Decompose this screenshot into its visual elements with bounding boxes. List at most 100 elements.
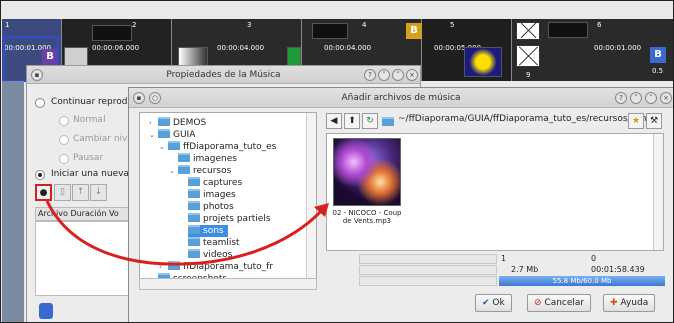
folder-tree-item[interactable]: ⌄ GUIA [149, 129, 199, 141]
back-icon[interactable]: ◀ [326, 113, 342, 129]
total-duration: 00:01:58.439 [591, 265, 645, 274]
close-icon[interactable]: × [406, 69, 418, 81]
folder-label: images [203, 190, 236, 200]
expand-toggle-icon[interactable]: ⌄ [149, 129, 155, 141]
move-down-button[interactable]: ↓ [90, 184, 107, 201]
folder-label: teamlist [203, 238, 240, 248]
app-logo-icon [39, 303, 53, 319]
radio-normal[interactable] [59, 116, 69, 126]
folder-icon [188, 177, 200, 186]
folder-tree-item[interactable]: › DEMOS [149, 117, 210, 129]
slot-time: 00:00:04.000 [324, 44, 372, 52]
expand-toggle-icon[interactable]: › [159, 261, 162, 273]
info-field [359, 254, 497, 264]
expand-toggle-icon[interactable]: › [149, 117, 152, 129]
slide-thumbnail [464, 47, 502, 77]
folder-label: sons [203, 226, 224, 236]
option-pause-label: Pausar [73, 153, 104, 163]
minimize-icon[interactable]: ˅ [630, 92, 642, 104]
slot-time: 00:00:04.000 [217, 44, 265, 52]
folder-tree-item[interactable]: projets partiels [188, 213, 275, 225]
slot-number: 6 [597, 21, 602, 29]
app-icon: ▪ [133, 92, 145, 104]
screen: 1 00:00:01.000 B 2 00:00:06.000 3 00:00:… [0, 0, 674, 323]
folder-icon [168, 141, 180, 150]
radio-change-level[interactable] [59, 135, 69, 145]
slot-number: 3 [247, 21, 252, 29]
slot-small-number: 9 [526, 71, 531, 79]
folder-label: ffDiaporama_tuto_fr [183, 262, 273, 272]
folder-tree-item[interactable]: ⌄ recursos [169, 165, 235, 177]
tree-vertical-scrollbar[interactable] [306, 113, 316, 281]
maximize-icon[interactable]: ˄ [645, 92, 657, 104]
dialog-title: Propiedades de la Música [166, 70, 281, 80]
option-continue-label: Continuar reprod [51, 97, 128, 107]
folder-label: projets partiels [203, 214, 271, 224]
file-browser[interactable]: 02 - NICOCO - Coup de Vents.mp3 [326, 133, 664, 251]
remove-music-button[interactable]: ▯ [54, 184, 71, 201]
move-up-button[interactable]: ↑ [72, 184, 89, 201]
slide-thumbnail [312, 23, 348, 39]
slot-number: 2 [132, 21, 137, 29]
folder-label: DEMOS [173, 118, 207, 128]
expand-toggle-icon[interactable]: ⌄ [169, 165, 175, 177]
slot-number: 1 [5, 21, 10, 29]
pin-icon[interactable]: ○ [149, 92, 161, 104]
minimize-icon[interactable]: ˅ [378, 69, 390, 81]
folder-label: captures [203, 178, 243, 188]
help-icon[interactable]: ? [364, 69, 376, 81]
empty-slide-icon [516, 22, 540, 40]
folder-tree-item[interactable]: captures [188, 177, 246, 189]
cancel-button[interactable]: ⊘ Cancelar [527, 294, 592, 312]
transition-b-icon: B [650, 47, 666, 63]
folder-label: videos [203, 250, 233, 260]
folder-tree-item[interactable]: › ffDiaporama_tuto_fr [159, 261, 277, 273]
slide-thumbnail [548, 22, 588, 38]
slot-number: 5 [450, 21, 455, 29]
music-list-header: Archivo Duración Vo [35, 207, 135, 221]
option-new-label: Iniciar una nueva [51, 169, 129, 179]
files-vertical-scrollbar[interactable] [653, 134, 663, 250]
info-field [359, 265, 497, 275]
close-icon[interactable]: × [660, 92, 672, 104]
radio-continue[interactable] [35, 98, 45, 108]
up-folder-icon[interactable]: ⬆ [344, 113, 360, 129]
ok-button[interactable]: ✔ Ok [475, 294, 512, 312]
radio-pause[interactable] [59, 154, 69, 164]
folder-label: imagenes [193, 154, 237, 164]
folder-tree-item[interactable]: photos [188, 201, 238, 213]
folder-tree-item[interactable]: sons [188, 225, 228, 237]
storage-quota-bar: 55.8 Mb/60.0 Mb [499, 276, 665, 286]
timeline-slot[interactable]: 6 00:00:01.000 B 0.5 [542, 19, 673, 81]
option-change-label: Cambiar nive [73, 134, 133, 144]
folder-tree-item[interactable]: ⌄ ffDiaporama_tuto_es [159, 141, 280, 153]
help-icon[interactable]: ? [615, 92, 627, 104]
refresh-icon[interactable]: ↻ [362, 113, 378, 129]
music-list[interactable] [35, 221, 135, 296]
expand-toggle-icon[interactable]: ⌄ [159, 141, 165, 153]
favorites-star-icon[interactable]: ★ [628, 113, 644, 129]
file-name[interactable]: 02 - NICOCO - Coup de Vents.mp3 [329, 209, 405, 225]
slot-small-number: 0.5 [652, 67, 664, 75]
help-button[interactable]: ✚ Ayuda [603, 294, 656, 312]
folder-tree-item[interactable]: videos [188, 249, 236, 261]
current-path: ~/ffDiaporama/GUIA/ffDiaporama_tuto_es/r… [398, 114, 652, 124]
folder-tree-item[interactable]: images [188, 189, 240, 201]
folder-tree-item[interactable]: teamlist [188, 237, 244, 249]
maximize-icon[interactable]: ˄ [392, 69, 404, 81]
dialog-title: Añadir archivos de música [341, 93, 461, 103]
folder-label: recursos [193, 166, 232, 176]
file-thumbnail[interactable] [333, 138, 401, 206]
side-preview [2, 81, 24, 322]
option-normal-label: Normal [73, 115, 106, 125]
folder-tree-item[interactable]: imagenes [178, 153, 241, 165]
add-music-button[interactable]: ● [35, 184, 52, 201]
tree-horizontal-scrollbar[interactable] [139, 278, 317, 290]
settings-tools-icon[interactable]: ⚒ [646, 113, 662, 129]
timeline-slot[interactable]: 5 00:00:05.000 [422, 19, 512, 81]
folder-tree[interactable]: › DEMOS ⌄ GUIA ⌄ ffDiaporama_tuto_es imagenes ⌄… [139, 112, 317, 282]
empty-slide-icon [516, 45, 540, 67]
slot-time: 00:00:01.000 [594, 44, 642, 52]
folder-icon [382, 117, 394, 126]
radio-new-playlist[interactable] [35, 170, 45, 180]
